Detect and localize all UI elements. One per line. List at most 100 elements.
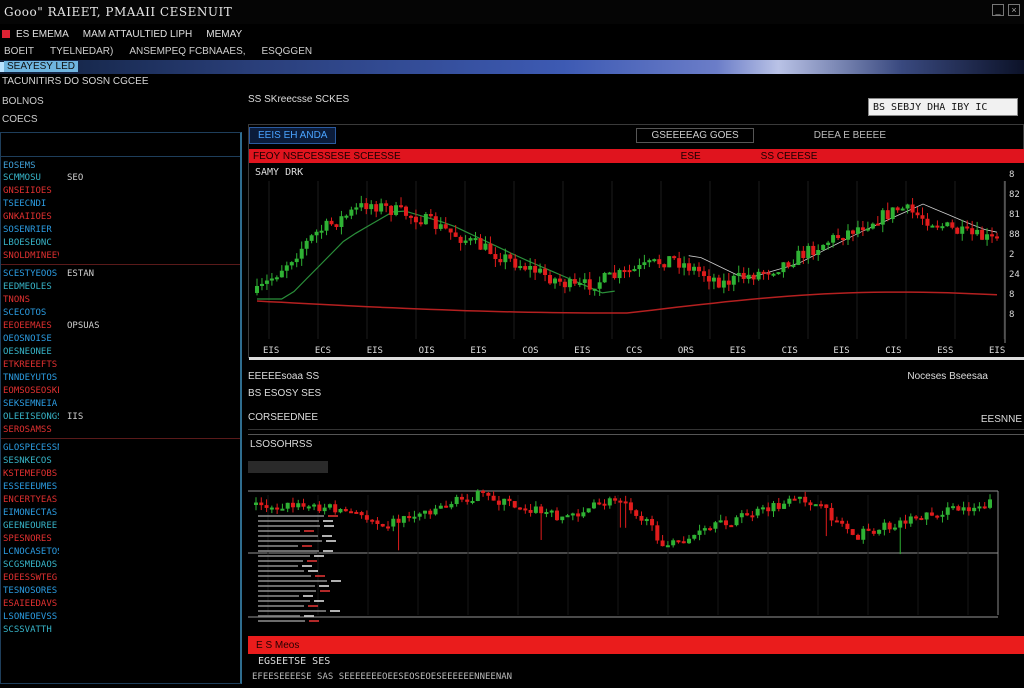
tab-chart-extra[interactable]: DEEA E BEEEE bbox=[814, 130, 886, 141]
watchlist-row[interactable]: SEKSEMNEIA bbox=[1, 397, 240, 410]
candle-body bbox=[418, 222, 423, 225]
candle-body bbox=[871, 530, 876, 534]
close-icon[interactable]: × bbox=[1008, 4, 1020, 16]
order-book-row bbox=[258, 515, 324, 517]
price-chart-panel: EEIS EH ANDA GSEEEEAG GOES DEEA E BEEEE … bbox=[248, 124, 1024, 360]
watchlist-row[interactable]: ESSEEEUMES bbox=[1, 480, 240, 493]
candle-body bbox=[285, 502, 290, 509]
candle-body bbox=[483, 243, 488, 250]
candle-body bbox=[491, 495, 496, 501]
candle-body bbox=[560, 516, 565, 521]
toolbar-item[interactable]: TYELNEDAR) bbox=[50, 46, 113, 57]
watchlist-row[interactable]: TESNOSORES bbox=[1, 584, 240, 597]
toolbar-item[interactable]: ANSEMPEQ FCBNAAES, bbox=[129, 46, 245, 57]
candle-body bbox=[665, 545, 670, 548]
watchlist-row[interactable]: TNNDEYUTOS bbox=[1, 371, 240, 384]
watchlist-column-header: EOSEMS bbox=[3, 161, 36, 171]
candle-body bbox=[910, 204, 915, 213]
watchlist-row[interactable]: EEOEEMAES OPSUAS bbox=[1, 319, 240, 332]
candle-body bbox=[697, 530, 702, 535]
watchlist-row[interactable]: GEENEOUREE bbox=[1, 519, 240, 532]
watchlist-row[interactable]: LSONEOEVSS bbox=[1, 610, 240, 623]
candle-body bbox=[602, 503, 607, 506]
candle-body bbox=[370, 519, 375, 522]
candle-body bbox=[687, 263, 692, 271]
watchlist-row[interactable]: GNKAIIOES bbox=[1, 210, 240, 223]
watchlist-row[interactable]: LBOESEONC bbox=[1, 236, 240, 249]
candle-body bbox=[428, 510, 433, 515]
watchlist-row[interactable]: OEOSNOISE bbox=[1, 332, 240, 345]
watchlist-row[interactable]: ENCERTYEAS bbox=[1, 493, 240, 506]
candle-body bbox=[681, 541, 686, 544]
bottom-alert-text: E S Meos bbox=[256, 639, 300, 651]
candle-body bbox=[716, 277, 721, 288]
x-tick-label: ECS bbox=[315, 346, 331, 356]
watchlist-row[interactable]: SCGSMEDAOS bbox=[1, 558, 240, 571]
watchlist-row[interactable]: ETKREEEFTS bbox=[1, 358, 240, 371]
menu-item[interactable]: ES EMEMA bbox=[16, 29, 69, 40]
minimize-icon[interactable]: _ bbox=[992, 4, 1004, 16]
candle-body bbox=[576, 513, 581, 517]
candle-body bbox=[829, 507, 834, 521]
watchlist-row[interactable]: OESNEONEE bbox=[1, 345, 240, 358]
search-input[interactable] bbox=[868, 98, 1018, 116]
watchlist-row[interactable]: SPESNORES bbox=[1, 532, 240, 545]
candle-body bbox=[782, 503, 787, 509]
order-book-marker bbox=[304, 615, 314, 617]
candlestick-chart-primary[interactable]: EIS ECS EIS OIS EIS COS EIS CCS ORS EIS CIS EIS CIS E… bbox=[249, 163, 1024, 359]
tab-chart-secondary[interactable]: GSEEEEAG GOES bbox=[636, 127, 754, 143]
watchlist-row[interactable]: SESNKECOS bbox=[1, 454, 240, 467]
candle-body bbox=[905, 204, 910, 209]
watchlist-row[interactable]: EIMONECTAS bbox=[1, 506, 240, 519]
order-book-row bbox=[258, 620, 305, 622]
watchlist-row[interactable]: SCESTYEOOS ESTAN bbox=[1, 267, 240, 280]
watchlist-row[interactable]: EEDMEOLES bbox=[1, 280, 240, 293]
watchlist-row[interactable]: OLEEISEONGS IIS bbox=[1, 410, 240, 423]
candle-body bbox=[496, 500, 501, 505]
watchlist-row[interactable]: EOEESSWTEG bbox=[1, 571, 240, 584]
watchlist-symbol: SEROSAMSS bbox=[3, 424, 52, 435]
toolbar-item[interactable]: ESQGGEN bbox=[262, 46, 313, 57]
bottom-alert-bar: E S Meos bbox=[248, 636, 1024, 654]
watchlist-row[interactable]: SCSSVATTH bbox=[1, 623, 240, 636]
y-tick-label: 8 bbox=[1009, 310, 1014, 320]
watchlist-row[interactable]: SEROSAMSS bbox=[1, 423, 240, 436]
watchlist-rows: SCMMOSU SEO GNSEIIOES TSEECNDI GNKAIIOES SOSE… bbox=[1, 171, 240, 636]
watchlist-row[interactable]: TNONS bbox=[1, 293, 240, 306]
order-book-marker bbox=[303, 595, 313, 597]
menu-item[interactable]: MAM ATTAULTIED LIPH bbox=[83, 29, 192, 40]
candle-body bbox=[454, 496, 459, 505]
candle-body bbox=[882, 522, 887, 530]
tab-chart-main[interactable]: EEIS EH ANDA bbox=[249, 126, 337, 144]
watchlist-row[interactable]: ESAIEEDAVS bbox=[1, 597, 240, 610]
y-tick-label: 24 bbox=[1009, 270, 1020, 280]
status-bar: EFEESEEEESE SAS SEEEEEEEOEESEOSEOESEEEEE… bbox=[252, 672, 513, 682]
watchlist-row[interactable]: GNSEIIOES bbox=[1, 184, 240, 197]
watchlist-row[interactable]: SCMMOSU SEO bbox=[1, 171, 240, 184]
candlestick-chart-secondary[interactable] bbox=[248, 455, 1024, 635]
toolbar-item[interactable]: BOEIT bbox=[4, 46, 34, 57]
candle-body bbox=[806, 245, 811, 259]
watchlist-row[interactable]: SOSENRIER bbox=[1, 223, 240, 236]
section-action[interactable]: EESNNE bbox=[981, 414, 1022, 425]
candle-body bbox=[274, 277, 279, 280]
watchlist-row[interactable]: SNOLDMINEEVD bbox=[1, 249, 240, 262]
watchlist-row[interactable]: TSEECNDI bbox=[1, 197, 240, 210]
watchlist-symbol: KSTEMEFOBS bbox=[3, 468, 58, 479]
menu-item[interactable]: MEMAY bbox=[206, 29, 242, 40]
candle-body bbox=[438, 224, 443, 229]
status-banner: SEAYESY LED bbox=[0, 60, 1024, 74]
watchlist-row[interactable]: SCECOTOS bbox=[1, 306, 240, 319]
candle-body bbox=[652, 259, 657, 262]
info-strip-right[interactable]: Noceses Bseesaa bbox=[907, 371, 988, 382]
candle-body bbox=[557, 278, 562, 282]
watchlist-row[interactable]: LCNOCASETOS bbox=[1, 545, 240, 558]
watchlist-symbol: SESNKECOS bbox=[3, 455, 52, 466]
watchlist-row[interactable]: EOMSOSEOSKE bbox=[1, 384, 240, 397]
candle-body bbox=[417, 513, 422, 517]
watchlist-panel[interactable]: EOSEMS SCMMOSU SEO GNSEIIOES TSEECNDI GNKAII… bbox=[0, 132, 242, 684]
watchlist-row[interactable]: KSTEMEFOBS bbox=[1, 467, 240, 480]
candle-body bbox=[612, 272, 617, 279]
candle-body bbox=[840, 520, 845, 524]
watchlist-row[interactable]: GLOSPECESSN bbox=[1, 441, 240, 454]
